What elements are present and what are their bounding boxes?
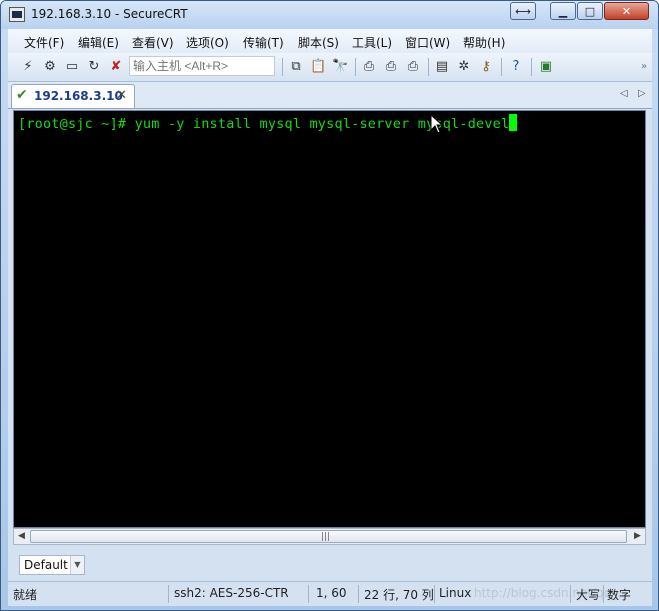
- mouse-pointer-icon: [430, 113, 444, 134]
- securecrt-window: 192.168.3.10 - SecureCRT ⟷ ▁ □ ✕ 文件(F) 编…: [0, 0, 659, 611]
- scroll-left-icon[interactable]: ◀: [14, 529, 29, 544]
- print-selection-icon[interactable]: ⎙: [383, 59, 399, 75]
- global-options-icon[interactable]: ✲: [456, 59, 472, 75]
- terminal-cursor: [509, 114, 518, 131]
- menu-file[interactable]: 文件(F): [24, 34, 64, 51]
- grip-icon: |||: [321, 532, 331, 542]
- title-bar[interactable]: 192.168.3.10 - SecureCRT ⟷ ▁ □ ✕: [1, 1, 658, 29]
- watermark-text: http://blog.csdn.net/qq_...: [474, 586, 629, 600]
- menu-transfer[interactable]: 传输(T): [243, 34, 284, 51]
- toolbar-separator: [282, 58, 283, 76]
- print-icon[interactable]: ⎙: [361, 59, 377, 75]
- find-icon[interactable]: 🔭: [332, 59, 348, 75]
- scroll-right-icon[interactable]: ▶: [630, 529, 645, 544]
- menu-script[interactable]: 脚本(S): [298, 34, 339, 51]
- session-options-icon[interactable]: ▤: [434, 59, 450, 75]
- window-title: 192.168.3.10 - SecureCRT: [31, 7, 188, 21]
- print-setup-icon[interactable]: ⎙: [405, 59, 421, 75]
- toolbar-separator: [531, 58, 532, 76]
- toolbar-separator: [355, 58, 356, 76]
- connect-in-tab-icon[interactable]: ▭: [64, 59, 80, 75]
- status-caps: 大写: [576, 588, 601, 602]
- chevron-down-icon[interactable]: ▼: [70, 556, 84, 574]
- menu-tools[interactable]: 工具(L): [352, 34, 392, 51]
- host-input[interactable]: [129, 56, 275, 76]
- status-divider: [434, 585, 435, 603]
- status-num: 数字: [607, 588, 632, 602]
- menu-help[interactable]: 帮助(H): [463, 34, 505, 51]
- status-terminal-size: 22 行, 70 列: [364, 588, 434, 602]
- tab-session[interactable]: ✔ 192.168.3.10 ✕: [11, 84, 135, 108]
- terminal-command: yum -y install mysql mysql-server mysql-…: [134, 116, 510, 132]
- help-icon[interactable]: ?: [508, 59, 524, 75]
- securecrt-app-icon[interactable]: [9, 7, 25, 22]
- horizontal-scrollbar[interactable]: ◀ ||| ▶: [13, 528, 646, 545]
- tab-scroll-right-icon[interactable]: ▷: [638, 88, 646, 99]
- session-select[interactable]: Default ▼: [19, 555, 85, 575]
- status-divider: [358, 585, 359, 603]
- terminal-screen[interactable]: [root@sjc ~]# yum -y install mysql mysql…: [13, 110, 646, 528]
- close-button[interactable]: ✕: [604, 2, 649, 20]
- tab-bar: ✔ 192.168.3.10 ✕ ◁ ▷: [8, 82, 652, 109]
- menu-options[interactable]: 选项(O): [186, 34, 229, 51]
- connected-check-icon: ✔: [16, 87, 28, 103]
- status-divider: [308, 585, 309, 603]
- quick-connect-icon[interactable]: ⚙: [42, 59, 58, 75]
- status-divider: [603, 585, 604, 603]
- terminal-prompt: [root@sjc ~]#: [18, 116, 135, 132]
- command-bar: Default ▼: [8, 549, 652, 581]
- status-os: Linux: [439, 586, 472, 600]
- toolbar-separator: [428, 58, 429, 76]
- paste-icon[interactable]: 📋: [310, 59, 326, 75]
- connect-icon[interactable]: ⚡: [20, 59, 36, 75]
- scrollbar-thumb[interactable]: |||: [30, 530, 627, 543]
- disconnect-icon[interactable]: ✘: [108, 59, 124, 75]
- keymap-icon[interactable]: ⚷: [478, 59, 494, 75]
- maximize-button[interactable]: □: [577, 2, 603, 20]
- copy-icon[interactable]: ⧉: [288, 59, 304, 75]
- session-select-value: Default: [24, 558, 68, 572]
- client-area: 文件(F) 编辑(E) 查看(V) 选项(O) 传输(T) 脚本(S) 工具(L…: [8, 29, 652, 606]
- menu-bar: 文件(F) 编辑(E) 查看(V) 选项(O) 传输(T) 脚本(S) 工具(L…: [8, 29, 652, 53]
- tab-scroll-left-icon[interactable]: ◁: [620, 88, 628, 99]
- reconnect-icon[interactable]: ↻: [86, 59, 102, 75]
- menu-window[interactable]: 窗口(W): [405, 34, 450, 51]
- tab-label: 192.168.3.10: [34, 89, 123, 103]
- toolbar-overflow-icon[interactable]: »: [636, 59, 652, 75]
- status-cursor-position: 1, 60: [316, 586, 347, 600]
- menu-edit[interactable]: 编辑(E): [78, 34, 119, 51]
- minimize-button[interactable]: ▁: [550, 2, 576, 20]
- toolbar-separator: [501, 58, 502, 76]
- menu-view[interactable]: 查看(V): [132, 34, 174, 51]
- tab-close-icon[interactable]: ✕: [116, 88, 127, 103]
- toolbar: ⚡ ⚙ ▭ ↻ ✘ ⧉ 📋 🔭 ⎙ ⎙ ⎙ ▤ ✲ ⚷ ? ▣ »: [8, 53, 652, 82]
- status-divider: [570, 585, 571, 603]
- status-protocol: ssh2: AES-256-CTR: [174, 586, 289, 600]
- sftp-icon[interactable]: ▣: [538, 59, 554, 75]
- status-bar: 就绪 ssh2: AES-256-CTR 1, 60 22 行, 70 列 Li…: [8, 581, 652, 606]
- restore-arrows-icon[interactable]: ⟷: [510, 2, 536, 20]
- status-divider: [168, 585, 169, 603]
- status-ready: 就绪: [13, 588, 38, 602]
